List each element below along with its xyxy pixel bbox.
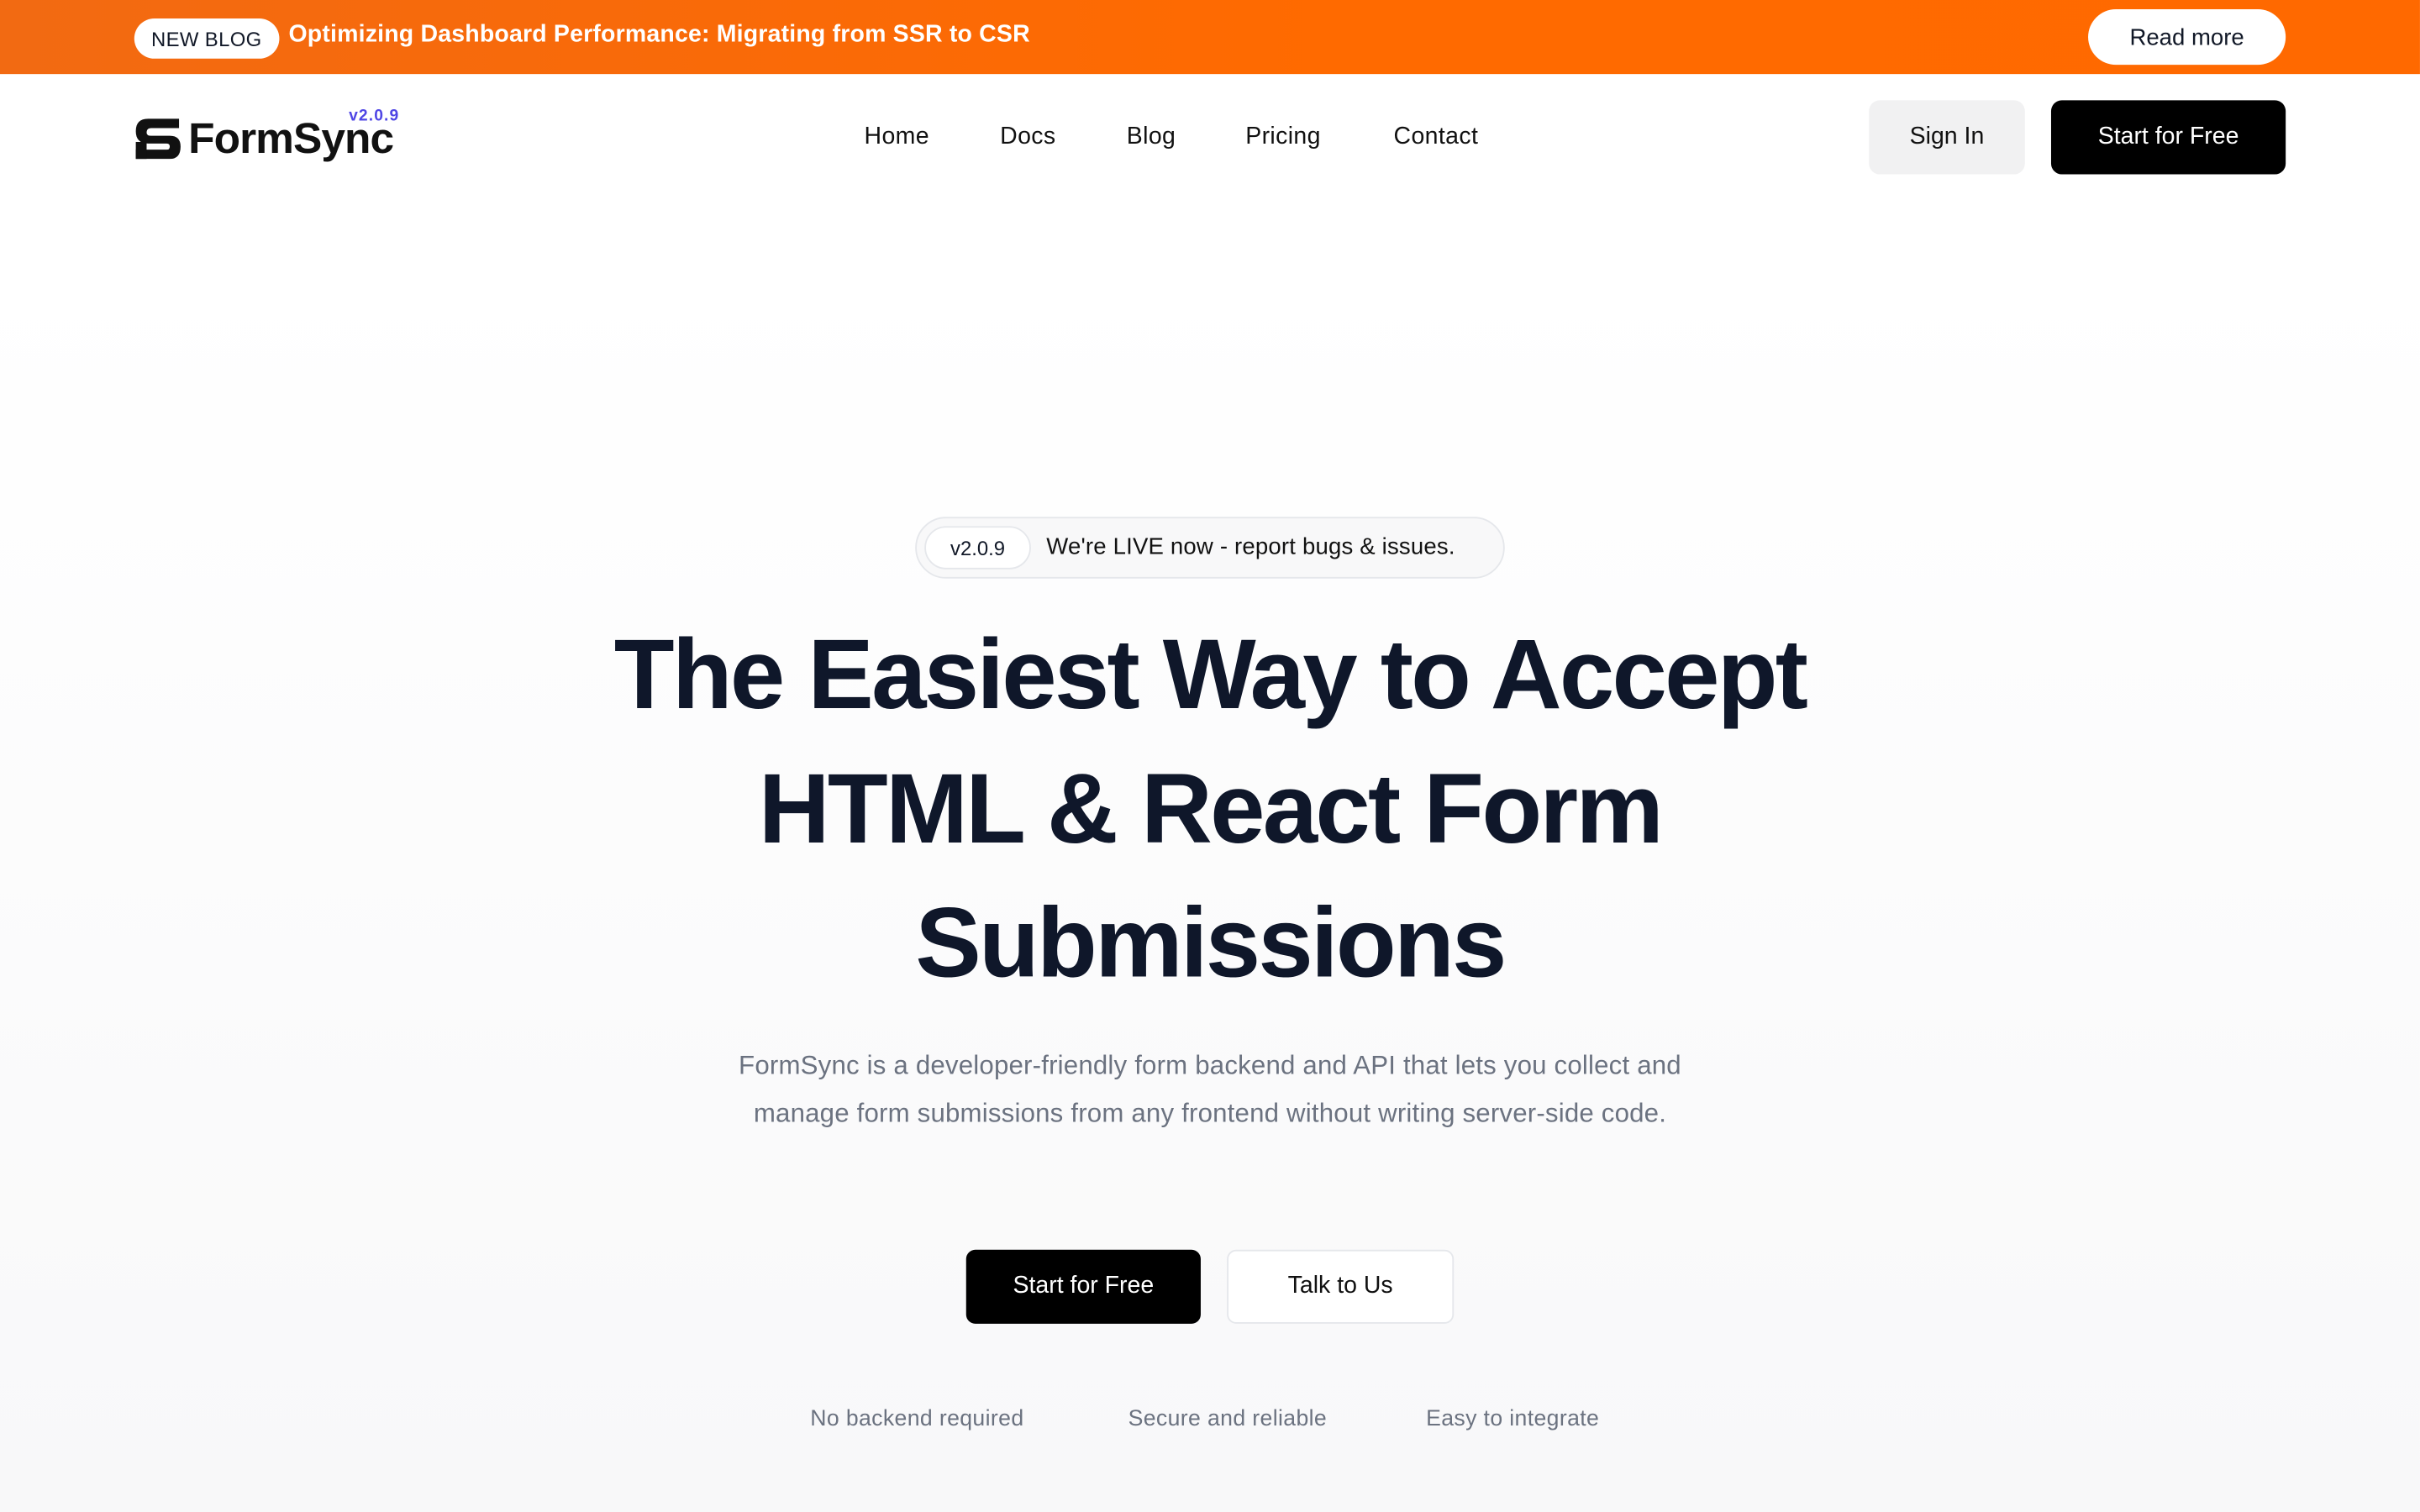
sign-in-button[interactable]: Sign In (1869, 100, 2025, 175)
logo-version: v2.0.9 (349, 106, 400, 125)
feature-secure: Secure and reliable (1128, 1407, 1328, 1432)
feature-no-backend: No backend required (810, 1407, 1024, 1432)
live-status-text[interactable]: We're LIVE now - report bugs & issues. (1046, 533, 1455, 559)
nav-contact[interactable]: Contact (1394, 123, 1479, 151)
hero-title-line-3: Submissions (915, 887, 1507, 999)
nav-home[interactable]: Home (865, 123, 929, 151)
talk-to-us-button[interactable]: Talk to Us (1227, 1249, 1455, 1324)
nav-docs[interactable]: Docs (1000, 123, 1055, 151)
new-blog-badge: NEW BLOG (134, 18, 279, 59)
feature-easy-integrate: Easy to integrate (1426, 1407, 1600, 1432)
page: NEW BLOG Optimizing Dashboard Performanc… (0, 0, 2420, 1512)
announcement-text[interactable]: Optimizing Dashboard Performance: Migrat… (288, 22, 1029, 50)
read-more-button[interactable]: Read more (2088, 9, 2286, 66)
start-for-free-button[interactable]: Start for Free (965, 1249, 1201, 1324)
version-badge: v2.0.9 (924, 526, 1031, 570)
announcement-bar: NEW BLOG Optimizing Dashboard Performanc… (0, 0, 2420, 75)
hero-title-line-2: HTML & React Form (758, 753, 1664, 864)
start-for-free-nav-button[interactable]: Start for Free (2050, 100, 2286, 175)
hero-description: FormSync is a developer-friendly form ba… (739, 1050, 1681, 1127)
hero-title-line-1: The Easiest Way to Accept (613, 618, 1808, 730)
hero-title: The Easiest Way to Accept HTML & React F… (439, 608, 1982, 1011)
nav-blog[interactable]: Blog (1127, 123, 1176, 151)
nav-pricing[interactable]: Pricing (1245, 123, 1321, 151)
